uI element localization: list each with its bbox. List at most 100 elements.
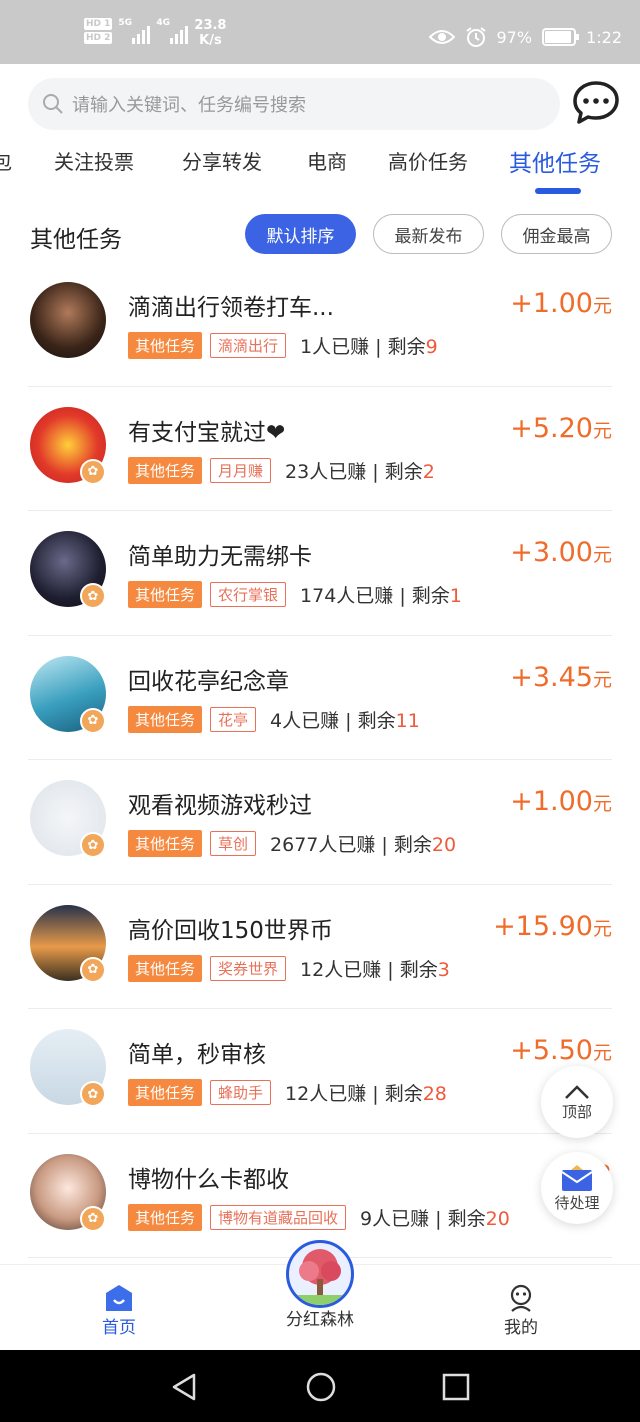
task-stats: 2677人已赚 | 剩余20 bbox=[270, 834, 457, 856]
task-title: 博物什么卡都收 bbox=[128, 1166, 289, 1193]
task-tags: 其他任务 博物有道藏品回收 9人已赚 | 剩余20 bbox=[128, 1203, 510, 1231]
category-tag: 其他任务 bbox=[128, 954, 203, 982]
back-icon[interactable] bbox=[170, 1372, 198, 1402]
category-tag: 其他任务 bbox=[128, 705, 203, 733]
system-nav-bar bbox=[0, 1350, 640, 1422]
task-reward: +5.50元 bbox=[510, 1035, 612, 1066]
task-stats: 12人已赚 | 剩余3 bbox=[300, 958, 450, 981]
task-tags: 其他任务 奖券世界 12人已赚 | 剩余3 bbox=[128, 954, 450, 982]
hd-indicator: HD 1 HD 2 bbox=[84, 18, 113, 44]
badge-icon: ✿ bbox=[80, 707, 106, 734]
task-reward: +1.00元 bbox=[510, 786, 612, 817]
search-placeholder: 请输入关键词、任务编号搜索 bbox=[72, 95, 306, 116]
network-speed: 23.8 K/s bbox=[194, 18, 227, 48]
task-stats: 1人已赚 | 剩余9 bbox=[300, 336, 438, 358]
task-tags: 其他任务 月月赚 23人已赚 | 剩余2 bbox=[128, 456, 435, 484]
task-reward: +3.00元 bbox=[510, 537, 612, 568]
badge-icon: ✿ bbox=[80, 956, 106, 983]
platform-tag: 月月赚 bbox=[210, 457, 272, 483]
back-to-top-button[interactable]: 顶部 bbox=[541, 1066, 613, 1138]
search-input[interactable]: 请输入关键词、任务编号搜索 bbox=[28, 78, 560, 130]
task-row[interactable]: ✿ 简单助力无需绑卡 +3.00元其他任务 农行掌银 174人已赚 | 剩余1 bbox=[28, 511, 612, 636]
tab-ecommerce[interactable]: 电商 bbox=[307, 146, 347, 175]
task-reward: +3.45元 bbox=[510, 661, 612, 693]
platform-tag: 花亭 bbox=[210, 706, 257, 732]
task-tags: 其他任务 蜂助手 12人已赚 | 剩余28 bbox=[128, 1079, 447, 1106]
task-title: 简单助力无需绑卡 bbox=[128, 544, 312, 570]
task-row[interactable]: 滴滴出行领卷打车... +1.00元其他任务 滴滴出行 1人已赚 | 剩余9 bbox=[28, 262, 612, 387]
task-tags: 其他任务 农行掌银 174人已赚 | 剩余1 bbox=[128, 581, 462, 608]
task-row[interactable]: ✿ 有支付宝就过❤ +5.20元 其他任务 月月赚 23人已赚 | 剩余2 bbox=[28, 387, 612, 511]
home-icon bbox=[106, 1285, 132, 1311]
signal-icon: 5G bbox=[118, 18, 151, 44]
task-reward: +15.90元 bbox=[493, 910, 612, 942]
task-row[interactable]: ✿ 高价回收150世界币 +15.90元其他任务 奖券世界 12人已赚 | 剩余3 bbox=[28, 885, 612, 1009]
platform-tag: 蜂助手 bbox=[210, 1080, 272, 1105]
message-icon[interactable] bbox=[572, 80, 620, 126]
platform-tag: 滴滴出行 bbox=[210, 333, 287, 358]
badge-icon: ✿ bbox=[80, 1081, 106, 1107]
battery-percent: 97% bbox=[496, 27, 533, 47]
task-stats: 9人已赚 | 剩余20 bbox=[360, 1207, 510, 1230]
task-reward: +1.00元 bbox=[510, 288, 612, 319]
category-tabs: 包 关注投票 分享转发 电商 高价任务 其他任务 bbox=[0, 140, 640, 200]
task-tags: 其他任务 滴滴出行 1人已赚 | 剩余9 bbox=[128, 332, 438, 359]
nav-mine[interactable]: 我的 bbox=[476, 1283, 566, 1338]
envelope-icon bbox=[561, 1164, 593, 1191]
eye-icon bbox=[428, 30, 455, 44]
battery-icon bbox=[542, 28, 580, 46]
sort-commission-button[interactable]: 佣金最高 bbox=[501, 214, 612, 254]
tab-partial[interactable]: 包 bbox=[0, 146, 12, 175]
task-tags: 其他任务 草创 2677人已赚 | 剩余20 bbox=[128, 830, 456, 857]
task-stats: 12人已赚 | 剩余28 bbox=[285, 1083, 447, 1105]
badge-icon: ✿ bbox=[80, 583, 106, 609]
clock: 1:22 bbox=[586, 27, 622, 47]
pending-button[interactable]: 待处理 bbox=[541, 1152, 613, 1224]
nav-home[interactable]: 首页 bbox=[74, 1283, 164, 1338]
task-title: 滴滴出行领卷打车... bbox=[128, 295, 334, 321]
task-stats: 4人已赚 | 剩余11 bbox=[270, 709, 420, 732]
task-reward: +5.20元 bbox=[510, 412, 612, 444]
category-tag: 其他任务 bbox=[128, 1203, 203, 1231]
task-row[interactable]: ✿ 回收花亭纪念章 +3.45元其他任务 花亭 4人已赚 | 剩余11 bbox=[28, 636, 612, 760]
tab-follow-vote[interactable]: 关注投票 bbox=[54, 146, 134, 175]
platform-tag: 草创 bbox=[210, 831, 257, 856]
recents-icon[interactable] bbox=[441, 1372, 471, 1402]
user-icon bbox=[510, 1284, 532, 1312]
category-tag: 其他任务 bbox=[128, 581, 203, 608]
task-stats: 23人已赚 | 剩余2 bbox=[285, 460, 435, 483]
category-tag: 其他任务 bbox=[128, 332, 203, 359]
alarm-icon bbox=[465, 27, 486, 47]
badge-icon: ✿ bbox=[80, 1205, 106, 1232]
platform-tag: 农行掌银 bbox=[210, 582, 287, 607]
chevron-up-icon bbox=[565, 1084, 589, 1099]
task-title: 简单，秒审核 bbox=[128, 1042, 266, 1068]
category-tag: 其他任务 bbox=[128, 456, 203, 484]
task-stats: 174人已赚 | 剩余1 bbox=[300, 585, 462, 607]
badge-icon: ✿ bbox=[80, 458, 106, 485]
tab-high-price[interactable]: 高价任务 bbox=[388, 146, 468, 175]
home-circle-icon[interactable] bbox=[305, 1371, 337, 1403]
task-tags: 其他任务 花亭 4人已赚 | 剩余11 bbox=[128, 705, 420, 733]
tab-other[interactable]: 其他任务 bbox=[509, 144, 601, 178]
task-title: 回收花亭纪念章 bbox=[128, 668, 289, 695]
sort-default-button[interactable]: 默认排序 bbox=[245, 214, 356, 254]
badge-icon: ✿ bbox=[80, 832, 106, 858]
task-title: 观看视频游戏秒过 bbox=[128, 793, 312, 819]
tab-share[interactable]: 分享转发 bbox=[182, 146, 262, 175]
task-title: 高价回收150世界币 bbox=[128, 917, 333, 944]
category-tag: 其他任务 bbox=[128, 1079, 203, 1106]
active-tab-indicator bbox=[535, 188, 581, 194]
category-tag: 其他任务 bbox=[128, 830, 203, 857]
platform-tag: 博物有道藏品回收 bbox=[210, 1204, 347, 1230]
sort-latest-button[interactable]: 最新发布 bbox=[373, 214, 484, 254]
forest-tree-icon[interactable] bbox=[286, 1240, 354, 1308]
search-icon bbox=[43, 94, 63, 114]
task-row[interactable]: ✿ 简单，秒审核 +5.50元其他任务 蜂助手 12人已赚 | 剩余28 bbox=[28, 1009, 612, 1134]
task-row[interactable]: ✿ 观看视频游戏秒过 +1.00元其他任务 草创 2677人已赚 | 剩余20 bbox=[28, 760, 612, 885]
section-title: 其他任务 bbox=[30, 227, 122, 253]
nav-forest[interactable]: 分红森林 bbox=[275, 1305, 365, 1330]
platform-tag: 奖券世界 bbox=[210, 955, 287, 981]
task-avatar bbox=[30, 282, 106, 358]
signal-icon-2: 4G bbox=[156, 18, 189, 44]
